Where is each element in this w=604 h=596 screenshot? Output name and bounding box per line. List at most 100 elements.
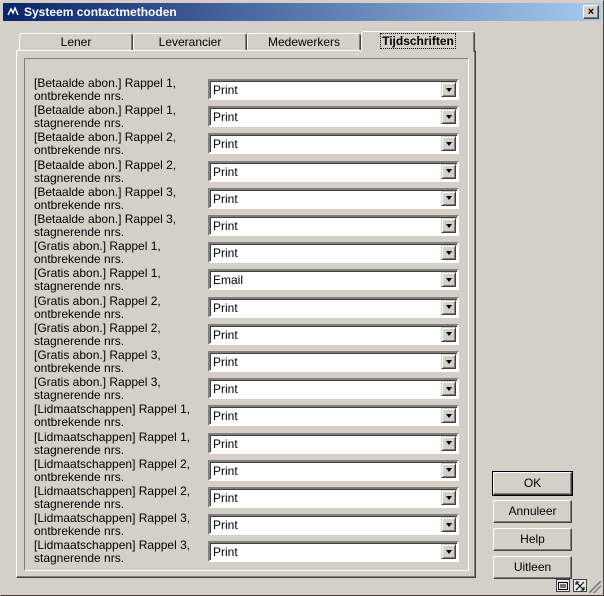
app-icon bbox=[6, 5, 20, 19]
row-label: [Lidmaatschappen] Rappel 3, ontbrekende n… bbox=[34, 512, 206, 538]
contact-method-select[interactable]: Print bbox=[208, 106, 459, 128]
row-label-line1: [Betaalde abon.] Rappel 3, bbox=[34, 184, 177, 199]
chevron-down-icon[interactable] bbox=[441, 462, 456, 478]
select-value: Email bbox=[213, 273, 244, 288]
row-label-line2: stagnerende nrs. bbox=[34, 116, 125, 131]
contact-method-select[interactable]: Print bbox=[208, 378, 459, 400]
contact-method-select[interactable]: Print bbox=[208, 160, 459, 182]
tab-label: Tijdschriften bbox=[380, 33, 456, 49]
tab-lener[interactable]: Lener bbox=[19, 33, 133, 51]
row-label-line1: [Lidmaatschappen] Rappel 1, bbox=[34, 429, 191, 444]
tab-leverancier[interactable]: Leverancier bbox=[133, 33, 247, 51]
select-value: Print bbox=[213, 545, 238, 560]
cancel-button[interactable]: Annuleer bbox=[493, 500, 572, 523]
chevron-down-icon[interactable] bbox=[441, 245, 456, 261]
select-value: Print bbox=[213, 191, 238, 206]
row-label-line2: stagnerende nrs. bbox=[34, 225, 125, 239]
contact-method-select[interactable]: Print bbox=[208, 215, 459, 236]
row-label: [Betaalde abon.] Rappel 3, stagnerende nr… bbox=[34, 213, 206, 239]
tab-strip: Lener Leverancier Medewerkers Tijdschrif… bbox=[16, 31, 476, 52]
contact-method-select[interactable]: Print bbox=[208, 514, 459, 536]
settings-row: [Gratis abon.] Rappel 2, stagnerende nrs.… bbox=[34, 320, 459, 350]
contact-method-select[interactable]: Print bbox=[208, 459, 459, 481]
help-button[interactable]: Help bbox=[493, 528, 572, 551]
select-value: Print bbox=[213, 83, 238, 97]
tab-tijdschriften[interactable]: Tijdschriften bbox=[361, 31, 475, 52]
contact-method-select[interactable]: Print bbox=[208, 487, 459, 508]
row-label-line1: [Gratis abon.] Rappel 2, bbox=[34, 320, 161, 335]
chevron-down-icon[interactable] bbox=[441, 218, 456, 233]
row-label: [Lidmaatschappen] Rappel 3, stagnerende n… bbox=[34, 539, 206, 565]
keyboard-icon[interactable] bbox=[556, 579, 570, 592]
chevron-down-icon[interactable] bbox=[441, 326, 456, 342]
settings-row: [Gratis abon.] Rappel 3, ontbrekende nrs.… bbox=[34, 349, 459, 377]
row-label: [Betaalde abon.] Rappel 1, ontbrekende nr… bbox=[34, 77, 206, 103]
settings-row: [Lidmaatschappen] Rappel 1, ontbrekende n… bbox=[34, 403, 459, 431]
settings-row: [Lidmaatschappen] Rappel 3, ontbrekende n… bbox=[34, 512, 459, 540]
tab-label: Leverancier bbox=[158, 35, 222, 49]
ok-button[interactable]: OK bbox=[492, 471, 573, 496]
row-label: [Lidmaatschappen] Rappel 1, ontbrekende n… bbox=[34, 403, 206, 429]
tab-label: Lener bbox=[60, 35, 92, 49]
row-label-line2: ontbrekende nrs. bbox=[34, 415, 125, 430]
settings-row: [Betaalde abon.] Rappel 3, ontbrekende nr… bbox=[34, 184, 459, 214]
chevron-down-icon[interactable] bbox=[441, 109, 456, 125]
chevron-down-icon[interactable] bbox=[441, 517, 456, 533]
chevron-down-icon[interactable] bbox=[441, 435, 456, 451]
row-label-line1: [Betaalde abon.] Rappel 2, bbox=[34, 157, 177, 172]
settings-row: [Gratis abon.] Rappel 1, ontbrekende nrs.… bbox=[34, 240, 459, 268]
contact-method-select[interactable]: Print bbox=[208, 242, 459, 264]
tab-label: Medewerkers bbox=[267, 35, 341, 49]
chevron-down-icon[interactable] bbox=[441, 544, 456, 560]
row-label-line2: ontbrekende nrs. bbox=[34, 361, 125, 375]
row-label-line2: stagnerende nrs. bbox=[34, 388, 125, 403]
row-label-line2: ontbrekende nrs. bbox=[34, 252, 125, 267]
contact-method-select[interactable]: Print bbox=[208, 541, 459, 563]
select-value: Print bbox=[213, 300, 238, 315]
row-label: [Gratis abon.] Rappel 1, stagnerende nrs. bbox=[34, 267, 206, 293]
row-label-line2: stagnerende nrs. bbox=[34, 279, 125, 294]
row-label-line2: ontbrekende nrs. bbox=[34, 469, 125, 484]
chevron-down-icon[interactable] bbox=[441, 408, 456, 424]
settings-row: [Lidmaatschappen] Rappel 2, ontbrekende n… bbox=[34, 457, 459, 486]
chevron-down-icon[interactable] bbox=[441, 381, 456, 397]
settings-row: [Gratis abon.] Rappel 1, stagnerende nrs.… bbox=[34, 267, 459, 295]
contact-method-select[interactable]: Print bbox=[208, 351, 459, 372]
settings-row: [Betaalde abon.] Rappel 3, stagnerende nr… bbox=[34, 213, 459, 241]
chevron-down-icon[interactable] bbox=[441, 163, 456, 179]
contact-method-select[interactable]: Print bbox=[208, 405, 459, 427]
chevron-down-icon[interactable] bbox=[441, 299, 456, 315]
contact-method-select[interactable]: Print bbox=[208, 79, 459, 100]
row-label: [Betaalde abon.] Rappel 3, ontbrekende nr… bbox=[34, 184, 206, 212]
contact-method-select[interactable]: Print bbox=[208, 323, 459, 345]
row-label: [Betaalde abon.] Rappel 1, stagnerende nr… bbox=[34, 104, 206, 130]
chevron-down-icon[interactable] bbox=[441, 82, 456, 97]
contact-method-select[interactable]: Print bbox=[208, 187, 459, 209]
resize-icon[interactable] bbox=[573, 579, 587, 592]
select-value: Print bbox=[213, 246, 238, 261]
row-label-line1: [Gratis abon.] Rappel 2, bbox=[34, 293, 161, 308]
select-value: Print bbox=[213, 137, 238, 152]
explain-button[interactable]: Uitleen bbox=[493, 556, 572, 579]
settings-row: [Betaalde abon.] Rappel 1, stagnerende nr… bbox=[34, 104, 459, 132]
chevron-down-icon[interactable] bbox=[441, 190, 456, 206]
tab-medewerkers[interactable]: Medewerkers bbox=[247, 33, 361, 51]
chevron-down-icon[interactable] bbox=[441, 272, 456, 288]
contact-method-select[interactable]: Email bbox=[208, 269, 459, 291]
select-value: Print bbox=[213, 382, 238, 397]
contact-method-select[interactable]: Print bbox=[208, 432, 459, 454]
row-label-line2: stagnerende nrs. bbox=[34, 333, 125, 348]
row-label: [Betaalde abon.] Rappel 2, ontbrekende nr… bbox=[34, 131, 206, 157]
chevron-down-icon[interactable] bbox=[441, 354, 456, 369]
contact-method-select[interactable]: Print bbox=[208, 133, 459, 155]
resize-grip[interactable] bbox=[589, 581, 601, 593]
select-value: Print bbox=[213, 327, 238, 342]
select-value: Print bbox=[213, 164, 238, 179]
chevron-down-icon[interactable] bbox=[441, 490, 456, 505]
chevron-down-icon[interactable] bbox=[441, 136, 456, 152]
row-label: [Gratis abon.] Rappel 2, stagnerende nrs. bbox=[34, 320, 206, 348]
title-bar[interactable]: Systeem contactmethoden × bbox=[3, 3, 601, 21]
close-button[interactable]: × bbox=[583, 5, 599, 19]
row-label-line2: ontbrekende nrs. bbox=[34, 524, 125, 539]
contact-method-select[interactable]: Print bbox=[208, 296, 459, 318]
